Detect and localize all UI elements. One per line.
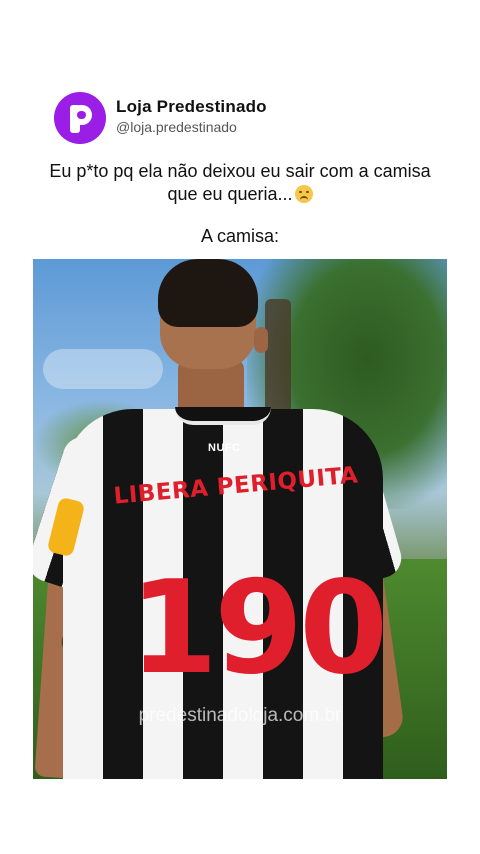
avatar[interactable] — [54, 92, 106, 144]
profile-name[interactable]: Loja Predestinado — [116, 97, 267, 117]
hair — [158, 259, 258, 327]
shirt-collar — [175, 407, 271, 425]
post-caption: Eu p*to pq ela não deixou eu sair com a … — [40, 160, 440, 206]
brand-logo-icon — [67, 103, 93, 133]
caption-text: Eu p*to pq ela não deixou eu sair com a … — [49, 161, 431, 204]
ear — [254, 327, 268, 353]
shirt-badge-text: NUFC — [208, 442, 241, 454]
profile-handle[interactable]: @loja.predestinado — [116, 119, 237, 135]
post-subtitle: A camisa: — [200, 226, 280, 246]
watermark-text: predestinadoloja.com.br — [138, 705, 342, 726]
post-photo[interactable]: NUFC LIBERA PERIQUITA 190 predestinadolo… — [33, 259, 447, 779]
disappointed-face-emoji-icon — [294, 185, 313, 203]
post-header: Loja Predestinado @loja.predestinado — [54, 92, 434, 144]
shirt-number-text: 190 — [129, 554, 388, 703]
cloud — [43, 349, 163, 389]
